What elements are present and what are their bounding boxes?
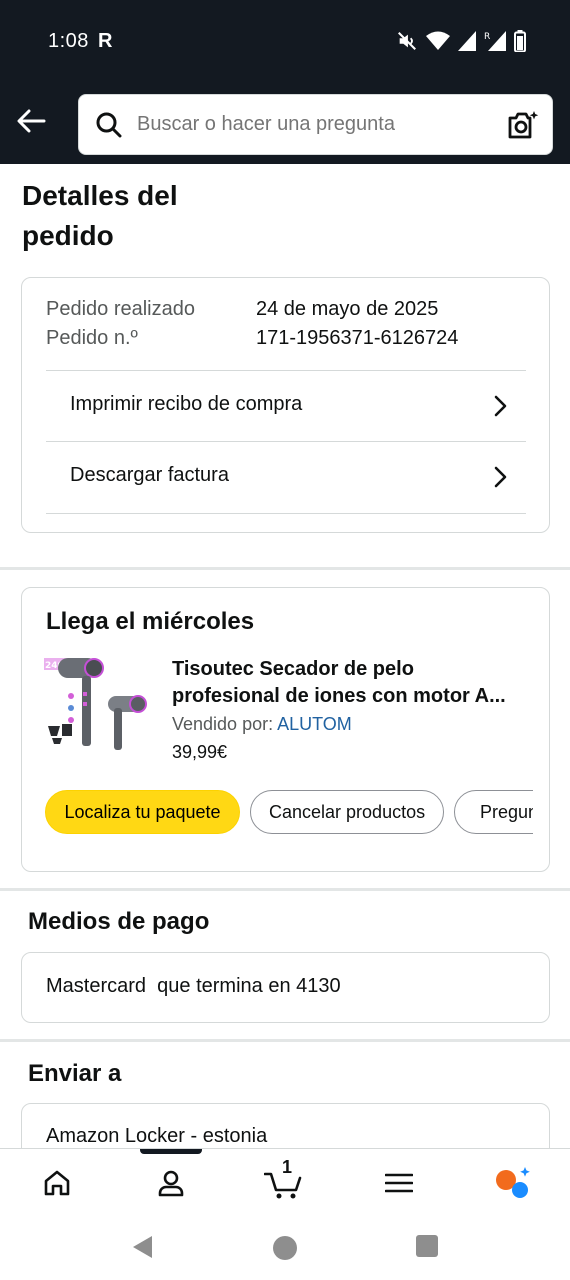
order-date-value: 24 de mayo de 2025 <box>256 298 439 320</box>
back-button[interactable] <box>14 104 48 138</box>
payment-method: Mastercard que termina en 4130 <box>46 975 341 997</box>
battery-icon <box>514 30 526 52</box>
camera-search-icon[interactable] <box>506 109 540 141</box>
order-number-label: Pedido n.º <box>46 327 138 349</box>
system-home-button[interactable] <box>271 1234 299 1262</box>
delivery-card: Llega el miércoles 2400W Tisoutec Secado… <box>21 587 550 872</box>
search-input[interactable] <box>137 95 497 154</box>
shipping-section-title: Enviar a <box>28 1060 122 1087</box>
divider <box>46 513 526 514</box>
print-receipt-link[interactable]: Imprimir recibo de compra <box>46 370 526 441</box>
order-summary-card: Pedido realizado 24 de mayo de 2025 Pedi… <box>21 277 550 533</box>
seller-link[interactable]: ALUTOM <box>277 714 352 734</box>
hair-dryer-product-image[interactable]: 2400W <box>44 652 148 760</box>
seller-info: Vendido por: ALUTOM <box>172 714 352 735</box>
nav-assistant[interactable] <box>492 1163 532 1203</box>
download-invoice-link[interactable]: Descargar factura <box>46 441 526 512</box>
chevron-right-icon <box>494 466 507 488</box>
bottom-navigation: 1 <box>0 1148 570 1216</box>
status-carrier-glyph: R <box>98 30 113 52</box>
product-title-line-2[interactable]: profesional de iones con motor A... <box>172 683 527 710</box>
delivery-actions: Localiza tu paquete Cancelar productos P… <box>45 790 533 836</box>
section-divider <box>0 888 570 891</box>
nav-home[interactable] <box>37 1163 77 1203</box>
nav-cart[interactable]: 1 <box>264 1157 304 1203</box>
nav-account[interactable] <box>151 1163 191 1203</box>
payment-method-card: Mastercard que termina en 4130 <box>21 952 550 1023</box>
cancel-items-button[interactable]: Cancelar productos <box>250 790 444 834</box>
system-navigation <box>0 1216 570 1280</box>
mute-icon <box>398 32 416 50</box>
track-package-button[interactable]: Localiza tu paquete <box>45 790 240 834</box>
recents-square-icon <box>416 1235 438 1257</box>
chevron-right-icon <box>494 395 507 417</box>
page-title: Detalles del pedido <box>22 180 178 251</box>
section-divider <box>0 1039 570 1042</box>
payment-section-title: Medios de pago <box>28 908 210 935</box>
product-title[interactable]: Tisoutec Secador de pelo profesional de … <box>172 656 527 710</box>
order-details-content[interactable]: Detalles del pedido Pedido realizado 24 … <box>0 164 570 1148</box>
status-icons: R <box>396 29 526 53</box>
seller-label: Vendido por: <box>172 714 274 734</box>
back-triangle-icon <box>133 1236 152 1258</box>
home-circle-icon <box>273 1236 297 1260</box>
search-icon <box>96 112 122 138</box>
rufus-assistant-icon <box>496 1167 530 1198</box>
delivery-title: Llega el miércoles <box>46 608 255 635</box>
section-divider <box>0 567 570 570</box>
system-recents-button[interactable] <box>415 1234 439 1258</box>
signal-roaming-icon: R <box>484 31 506 51</box>
svg-text:R: R <box>484 32 490 42</box>
download-invoice-label: Descargar factura <box>70 464 229 486</box>
account-icon <box>158 1170 184 1197</box>
shipping-address: Amazon Locker - estonia <box>46 1125 268 1147</box>
product-title-line-1[interactable]: Tisoutec Secador de pelo <box>172 656 527 683</box>
search-header <box>0 82 570 164</box>
nav-menu[interactable] <box>379 1163 419 1203</box>
wifi-icon <box>426 31 450 50</box>
cart-count-badge: 1 <box>282 1157 293 1177</box>
active-tab-indicator <box>140 1149 202 1154</box>
shipping-address-card: Amazon Locker - estonia <box>21 1103 550 1148</box>
system-back-button[interactable] <box>130 1234 154 1260</box>
order-number-value: 171-1956371-6126724 <box>256 327 459 349</box>
status-time: 1:08 <box>48 30 89 52</box>
status-bar: 1:08 R R <box>0 0 570 82</box>
home-icon <box>44 1170 70 1196</box>
order-date-label: Pedido realizado <box>46 298 195 320</box>
menu-icon <box>385 1173 413 1193</box>
product-price: 39,99€ <box>172 742 228 762</box>
arrow-left-icon <box>17 109 46 133</box>
ask-question-button[interactable]: Pregun <box>454 790 533 834</box>
signal-icon <box>458 31 476 51</box>
print-receipt-label: Imprimir recibo de compra <box>70 393 303 415</box>
search-bar[interactable] <box>78 94 553 155</box>
